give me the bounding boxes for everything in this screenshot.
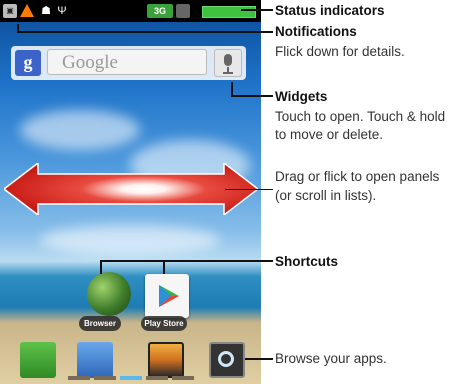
wallpaper-cloud (40, 225, 220, 255)
search-input[interactable]: Google (47, 49, 207, 75)
pager-dot (172, 376, 194, 380)
play-store-icon[interactable] (145, 274, 189, 318)
usb-icon: Ψ (57, 5, 67, 17)
network-badge: 3G (147, 4, 173, 18)
callout-status-indicators: Status indicators (275, 3, 385, 18)
android-icon: ☗ (41, 5, 51, 17)
swipe-double-arrow-icon (4, 163, 258, 215)
callout-panels-desc: (or scroll in lists). (275, 188, 377, 203)
callout-shortcuts: Shortcuts (275, 254, 339, 269)
pager-dot-active (120, 376, 142, 380)
play-store-label[interactable]: Play Store (141, 316, 187, 331)
sd-card-icon: ▣ (3, 4, 17, 18)
shortcuts-callout-line (100, 260, 273, 262)
callout-apps-desc: Browse your apps. (275, 351, 387, 366)
pager-dot (68, 376, 90, 380)
battery-icon (202, 6, 256, 18)
shortcuts-callout-line (163, 260, 165, 274)
wallpaper-cloud (20, 110, 140, 150)
callout-panels-desc: Drag or flick to open panels (275, 169, 440, 184)
callout-notifications: Notifications (275, 24, 357, 39)
gallery-icon[interactable] (148, 342, 184, 378)
phone-screen: ▣ ☗ Ψ 3G g Google Browser Play Store (0, 0, 261, 384)
pager-dot (146, 376, 168, 380)
signal-icon (176, 4, 190, 18)
callout-notifications-desc: Flick down for details. (275, 44, 405, 59)
browser-icon[interactable] (87, 272, 131, 316)
panels-callout-line (225, 189, 273, 190)
microphone-icon (224, 54, 232, 66)
warning-icon (20, 4, 34, 17)
callout-widgets-desc: to move or delete. (275, 127, 384, 142)
apps-callout-line (245, 358, 273, 360)
widgets-callout-line (231, 95, 273, 97)
pager-dot (94, 376, 116, 380)
app-launcher-icon[interactable] (209, 342, 245, 378)
voice-search-button[interactable] (214, 49, 242, 77)
status-bar[interactable]: ▣ ☗ Ψ 3G (0, 0, 261, 22)
google-search-widget[interactable]: g Google (11, 46, 246, 80)
callout-widgets-desc: Touch to open. Touch & hold (275, 109, 446, 124)
status-callout-line (241, 9, 273, 11)
notifications-callout-line (17, 31, 273, 33)
contacts-icon[interactable] (77, 342, 113, 378)
browser-label[interactable]: Browser (79, 316, 121, 331)
phone-icon[interactable] (20, 342, 56, 378)
shortcuts-callout-line (100, 260, 102, 274)
callout-widgets: Widgets (275, 89, 328, 104)
google-logo-button[interactable]: g (15, 50, 41, 76)
